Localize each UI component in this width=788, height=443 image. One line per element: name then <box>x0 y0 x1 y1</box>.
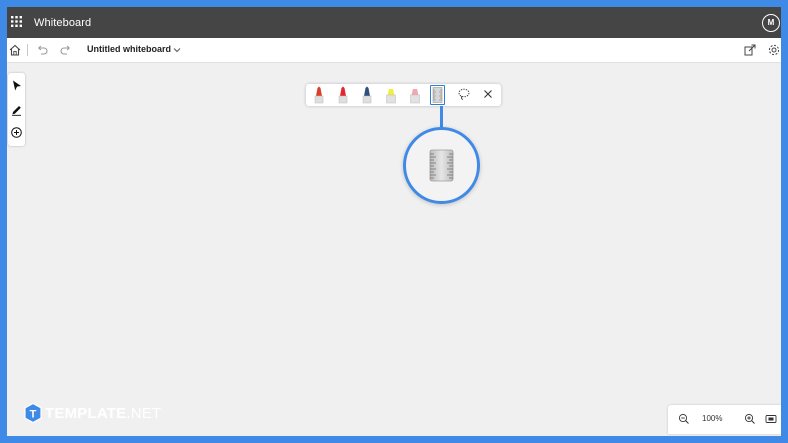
add-icon[interactable] <box>10 126 23 139</box>
command-bar: Untitled whiteboard <box>7 38 781 63</box>
pen-red-icon[interactable] <box>312 86 326 104</box>
document-title[interactable]: Untitled whiteboard <box>87 44 171 54</box>
ruler-icon[interactable] <box>430 85 445 105</box>
app-window: Whiteboard M Untitled whiteboard T TEMPL… <box>7 7 781 436</box>
title-bar: Whiteboard M <box>7 7 781 38</box>
pen-navy-icon[interactable] <box>360 86 374 104</box>
highlighter-yellow-icon[interactable] <box>384 86 398 104</box>
undo-icon[interactable] <box>35 43 49 57</box>
pen-crimson-icon[interactable] <box>336 86 350 104</box>
avatar[interactable]: M <box>762 14 780 32</box>
redo-icon[interactable] <box>59 43 73 57</box>
select-arrow-icon[interactable] <box>10 79 23 92</box>
logo-letter: T <box>30 409 37 421</box>
highlighter-pink-icon[interactable] <box>408 86 422 104</box>
left-toolbar <box>8 73 25 146</box>
zoom-in-icon[interactable] <box>744 413 756 425</box>
zoom-out-icon[interactable] <box>678 413 690 425</box>
share-icon[interactable] <box>743 43 757 57</box>
app-launcher-icon[interactable] <box>11 16 22 27</box>
close-icon[interactable] <box>482 88 494 100</box>
fit-to-screen-icon[interactable] <box>765 413 777 425</box>
home-icon[interactable] <box>8 43 22 57</box>
ruler-magnified-icon <box>429 149 454 182</box>
zoom-controls: 100% <box>668 405 781 434</box>
ink-toolbar <box>306 84 501 106</box>
zoom-level[interactable]: 100% <box>702 414 722 423</box>
chevron-down-icon[interactable] <box>173 46 181 54</box>
template-logo-icon: T <box>24 403 42 423</box>
brand-name: TEMPLATE.NET <box>45 405 161 422</box>
brand-name-bold: TEMPLATE <box>45 405 127 422</box>
avatar-initial: M <box>767 18 775 27</box>
pen-icon[interactable] <box>10 103 23 116</box>
app-title: Whiteboard <box>34 17 92 29</box>
callout-magnifier <box>403 127 480 204</box>
settings-gear-icon[interactable] <box>767 43 781 57</box>
brand-name-suffix: .NET <box>126 405 162 422</box>
callout-connector <box>440 106 443 128</box>
lasso-select-icon[interactable] <box>457 87 471 101</box>
divider <box>27 44 28 56</box>
